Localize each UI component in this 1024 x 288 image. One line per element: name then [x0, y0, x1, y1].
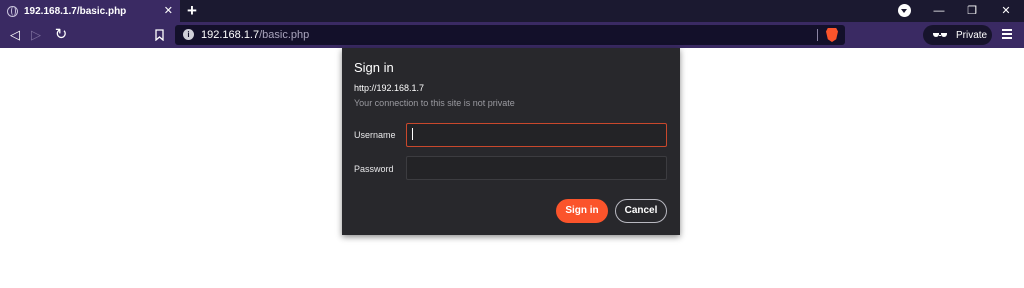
- dialog-title: Sign in: [354, 60, 394, 75]
- username-input[interactable]: [406, 123, 667, 147]
- tab-active[interactable]: 192.168.1.7/basic.php ✕: [0, 0, 180, 22]
- sign-in-dialog: Sign in http://192.168.1.7 Your connecti…: [342, 48, 680, 235]
- address-bar[interactable]: i 192.168.1.7/basic.php: [175, 25, 845, 45]
- restore-button[interactable]: ❐: [962, 0, 982, 22]
- tab-strip: 192.168.1.7/basic.php ✕ + — ❐ ✕: [0, 0, 1024, 22]
- cancel-button[interactable]: Cancel: [615, 199, 667, 223]
- address-divider: [817, 29, 818, 41]
- brave-shield-icon[interactable]: [826, 28, 838, 42]
- private-glasses-icon: [933, 33, 947, 37]
- sign-in-button[interactable]: Sign in: [556, 199, 608, 223]
- toolbar: ◁ ▷ ↻ i 192.168.1.7/basic.php Private: [0, 22, 1024, 48]
- username-label: Username: [354, 130, 396, 140]
- text-caret: [412, 128, 413, 140]
- bookmark-button[interactable]: [150, 22, 168, 48]
- site-info-icon[interactable]: i: [183, 29, 194, 40]
- profile-dropdown-icon[interactable]: [898, 4, 911, 17]
- url-path: /basic.php: [259, 29, 310, 41]
- tab-title: 192.168.1.7/basic.php: [24, 5, 127, 17]
- minimize-button[interactable]: —: [929, 0, 949, 22]
- url-text[interactable]: 192.168.1.7/basic.php: [201, 28, 309, 42]
- dialog-warning: Your connection to this site is not priv…: [354, 98, 515, 108]
- close-window-button[interactable]: ✕: [996, 0, 1016, 22]
- forward-button[interactable]: ▷: [27, 22, 45, 48]
- bookmark-icon: [154, 29, 164, 42]
- password-input[interactable]: [406, 156, 667, 180]
- tab-close-icon[interactable]: ✕: [164, 4, 173, 18]
- globe-icon: [7, 5, 18, 17]
- back-button[interactable]: ◁: [6, 22, 24, 48]
- password-label: Password: [354, 164, 394, 174]
- url-host: 192.168.1.7: [201, 29, 260, 41]
- new-tab-button[interactable]: +: [187, 1, 197, 21]
- private-label: Private: [956, 29, 988, 41]
- dialog-origin: http://192.168.1.7: [354, 83, 425, 93]
- private-window-badge: Private: [923, 25, 992, 45]
- hamburger-menu-icon[interactable]: [1002, 29, 1012, 41]
- reload-button[interactable]: ↻: [52, 22, 70, 48]
